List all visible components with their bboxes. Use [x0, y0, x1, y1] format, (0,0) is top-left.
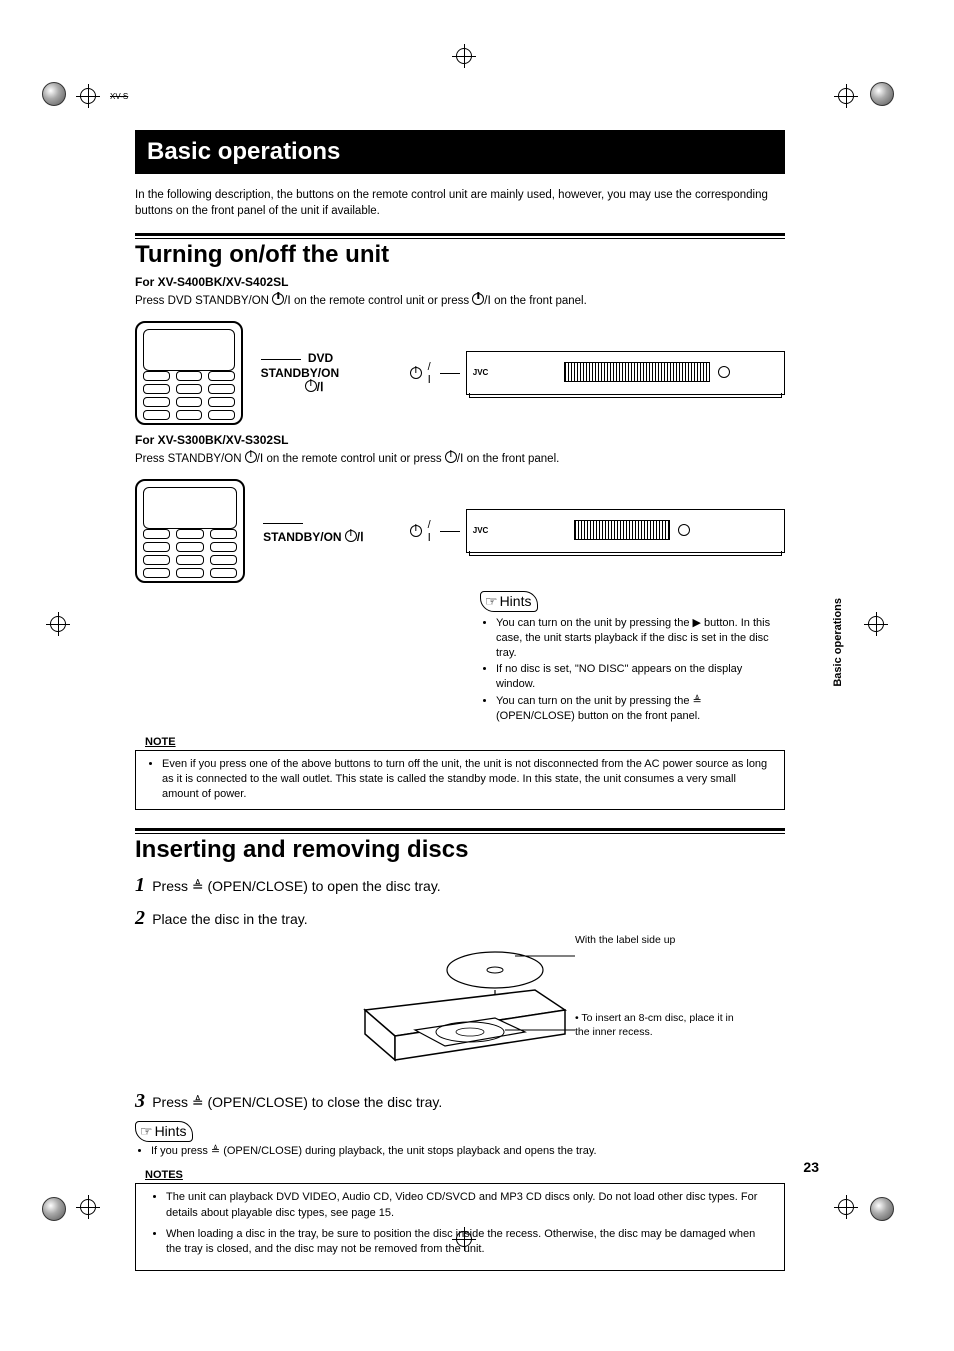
power-icon: [410, 525, 422, 537]
callout-suffix: /Ⅰ: [357, 530, 364, 544]
registration-mark: [76, 1195, 100, 1219]
power-icon: [472, 293, 484, 305]
callout-suffix: /Ⅰ: [317, 380, 324, 394]
text-fragment: /Ⅰ on the front panel.: [484, 295, 587, 307]
step-number-2: 2: [135, 907, 145, 929]
hint-item: If you press ≜ (OPEN/CLOSE) during playb…: [151, 1144, 785, 1159]
notes-box: The unit can playback DVD VIDEO, Audio C…: [135, 1183, 785, 1271]
front-panel-figure: JVC: [466, 509, 785, 553]
note-item: When loading a disc in the tray, be sure…: [166, 1227, 770, 1258]
note-box: Even if you press one of the above butto…: [135, 750, 785, 811]
instruction-1: Press DVD STANDBY/ON /Ⅰ on the remote co…: [135, 293, 785, 310]
power-icon: [305, 380, 317, 392]
hint-item: If no disc is set, "NO DISC" appears on …: [496, 662, 780, 692]
hint-item: You can turn on the unit by pressing the…: [496, 616, 780, 661]
front-panel-callout: /Ⅰ: [428, 519, 434, 544]
step-3-text: Press ≜ (OPEN/CLOSE) to close the disc t…: [152, 1094, 442, 1110]
label-side-up-caption: With the label side up: [575, 934, 675, 946]
power-icon: [345, 530, 357, 542]
disc-tray-figure: With the label side up • To insert an 8-…: [355, 940, 755, 1080]
callout-leader-line: [263, 523, 303, 524]
instruction-2: Press STANDBY/ON /Ⅰ on the remote contro…: [135, 451, 785, 468]
note-heading: NOTE: [145, 736, 785, 748]
registration-mark: [76, 84, 100, 108]
remote-control-figure: [135, 321, 243, 425]
model-subhead-2: For XV-S300BK/XV-S302SL: [135, 433, 785, 447]
intro-paragraph: In the following description, the button…: [135, 188, 785, 219]
hints-label: Hints: [480, 591, 538, 612]
text-fragment: Press STANDBY/ON: [135, 453, 245, 465]
page-number: 23: [803, 1159, 819, 1175]
notes-heading: NOTES: [135, 1169, 785, 1181]
registration-mark: [864, 612, 888, 636]
section-divider: [135, 828, 785, 834]
front-panel-figure: JVC: [466, 351, 785, 395]
insert-8cm-tip: • To insert an 8-cm disc, place it in th…: [575, 1012, 735, 1039]
callout-standby-on: STANDBY/ON: [263, 530, 341, 544]
callout-leader-line: [261, 359, 301, 360]
power-icon: [410, 367, 422, 379]
registration-ball: [42, 1197, 66, 1221]
model-subhead-1: For XV-S400BK/XV-S402SL: [135, 275, 785, 289]
front-panel-callout: /Ⅰ: [428, 361, 434, 386]
text-fragment: Press DVD STANDBY/ON: [135, 295, 272, 307]
crop-filename: XV-S: [110, 92, 128, 101]
registration-ball: [870, 82, 894, 106]
callout-dvd-standby-on: DVD STANDBY/ON: [261, 351, 339, 379]
hints-label: Hints: [135, 1121, 193, 1142]
power-icon: [272, 293, 284, 305]
text-fragment: /Ⅰ on the front panel.: [457, 453, 560, 465]
step-2-text: Place the disc in the tray.: [152, 911, 307, 927]
registration-mark: [46, 612, 70, 636]
hint-item: You can turn on the unit by pressing the…: [496, 694, 780, 724]
side-tab-label: Basic operations: [832, 598, 844, 687]
note-item: The unit can playback DVD VIDEO, Audio C…: [166, 1190, 770, 1221]
registration-mark: [834, 1195, 858, 1219]
step-number-1: 1: [135, 874, 145, 896]
registration-mark: [834, 84, 858, 108]
note-text: Even if you press one of the above butto…: [162, 757, 774, 802]
text-fragment: /Ⅰ on the remote control unit or press: [257, 453, 445, 465]
remote-control-figure: [135, 479, 245, 583]
section-divider: [135, 233, 785, 239]
power-icon: [245, 451, 257, 463]
step-1-text: Press ≜ (OPEN/CLOSE) to open the disc tr…: [152, 878, 440, 894]
power-icon: [445, 451, 457, 463]
page-title-bar: Basic operations: [135, 130, 785, 174]
section-heading-turning-on-off: Turning on/off the unit: [135, 241, 785, 269]
registration-mark: [452, 44, 476, 68]
registration-ball: [42, 82, 66, 106]
step-number-3: 3: [135, 1090, 145, 1112]
section-heading-inserting-discs: Inserting and removing discs: [135, 836, 785, 864]
text-fragment: /Ⅰ on the remote control unit or press: [284, 295, 472, 307]
registration-ball: [870, 1197, 894, 1221]
